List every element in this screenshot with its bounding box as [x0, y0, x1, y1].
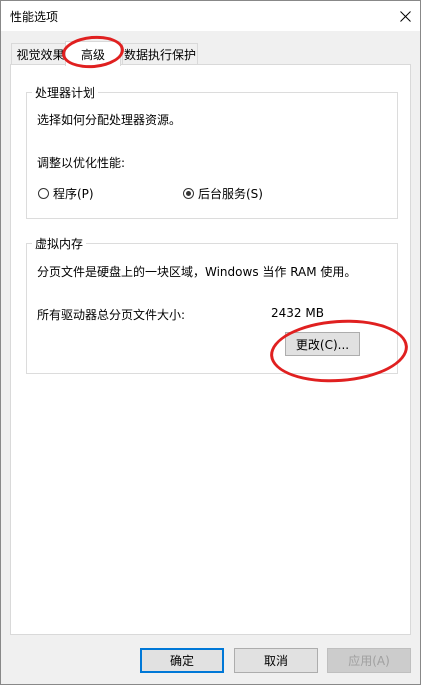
change-button[interactable]: 更改(C)...	[285, 332, 360, 356]
tab-label: 视觉效果	[16, 47, 65, 62]
button-label: 取消	[263, 654, 288, 668]
close-icon	[399, 10, 411, 22]
tab-advanced[interactable]: 高级	[65, 41, 121, 66]
radio-button-unchecked[interactable]	[38, 188, 49, 199]
tab-label: 数据执行保护	[123, 47, 196, 62]
window-title: 性能选项	[10, 10, 59, 24]
button-label: 应用(A)	[348, 654, 390, 668]
title-bar: 性能选项	[1, 1, 420, 31]
group-legend: 处理器计划	[32, 84, 99, 101]
button-label: 确定	[169, 654, 194, 668]
close-button[interactable]	[390, 1, 420, 31]
total-paging-size-value: 2432 MB	[271, 306, 324, 320]
processor-scheduling-group: 处理器计划 选择如何分配处理器资源。 调整以优化性能: 程序(P) 后台服务(S…	[26, 84, 398, 219]
radio-label: 后台服务(S)	[198, 187, 263, 201]
ok-button[interactable]: 确定	[140, 648, 224, 673]
group-legend: 虚拟内存	[32, 235, 87, 252]
radio-programs[interactable]: 程序(P)	[38, 185, 94, 202]
tab-label: 高级	[80, 47, 105, 62]
adjust-label: 调整以优化性能:	[37, 156, 126, 170]
apply-button[interactable]: 应用(A)	[327, 648, 411, 673]
tab-visual-effects[interactable]: 视觉效果	[11, 43, 70, 64]
radio-label: 程序(P)	[53, 187, 94, 201]
performance-options-dialog: 性能选项 视觉效果 高级 数据执行保护 处理器计划 选择如何分配处理器资源。 调…	[0, 0, 421, 685]
processor-description: 选择如何分配处理器资源。	[37, 113, 182, 127]
radio-button-checked[interactable]	[183, 188, 194, 199]
button-label: 更改(C)...	[295, 337, 350, 352]
advanced-tab-panel: 处理器计划 选择如何分配处理器资源。 调整以优化性能: 程序(P) 后台服务(S…	[10, 64, 411, 635]
tab-data-execution-prevention[interactable]: 数据执行保护	[122, 43, 198, 64]
paging-file-description: 分页文件是硬盘上的一块区域，Windows 当作 RAM 使用。	[37, 265, 357, 279]
radio-background-services[interactable]: 后台服务(S)	[183, 185, 263, 202]
total-paging-size-label: 所有驱动器总分页文件大小:	[37, 308, 186, 322]
cancel-button[interactable]: 取消	[234, 648, 318, 673]
